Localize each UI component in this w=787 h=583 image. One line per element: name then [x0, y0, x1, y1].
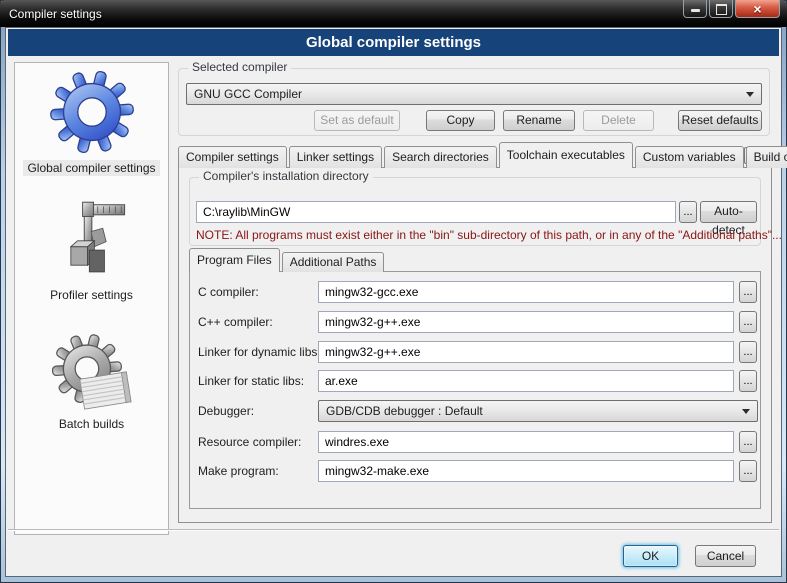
field-label: Linker for dynamic libs: — [198, 341, 321, 363]
browse-button[interactable]: ... — [739, 460, 757, 482]
browse-button[interactable]: ... — [739, 311, 757, 333]
field-label: C++ compiler: — [198, 311, 273, 333]
tab-compiler-settings[interactable]: Compiler settings — [178, 146, 287, 168]
gray-gear-stack-icon — [50, 333, 134, 411]
group-caption: Compiler's installation directory — [199, 169, 373, 183]
footer-divider — [8, 529, 779, 530]
compiler-settings-dialog: Compiler settings × Global compiler sett… — [0, 0, 787, 583]
tab-toolchain-executables[interactable]: Toolchain executables — [499, 142, 633, 168]
dialog-client-area: Global compiler settings — [5, 27, 782, 577]
delete-button: Delete — [583, 110, 654, 131]
subtab-program-files[interactable]: Program Files — [189, 248, 280, 272]
compiler-select-value: GNU GCC Compiler — [194, 87, 740, 101]
resource-compiler-input[interactable] — [318, 431, 734, 453]
form-row: Linker for static libs: ... — [190, 370, 760, 392]
program-files-panel: C compiler: ... C++ compiler: ... Linker… — [189, 271, 761, 509]
group-caption: Selected compiler — [188, 60, 291, 74]
settings-category-list: Global compiler settings — [14, 62, 169, 535]
maximize-icon — [716, 4, 727, 15]
close-icon: × — [753, 2, 761, 16]
chevron-down-icon — [746, 92, 754, 97]
debugger-select-value: GDB/CDB debugger : Default — [326, 404, 736, 418]
browse-button[interactable]: ... — [739, 281, 757, 303]
installation-directory-input[interactable] — [196, 201, 676, 223]
auto-detect-button[interactable]: Auto-detect — [700, 201, 757, 223]
subtab-additional-paths[interactable]: Additional Paths — [282, 252, 385, 272]
copy-button[interactable]: Copy — [426, 110, 495, 131]
close-button[interactable]: × — [735, 0, 780, 18]
form-row: Resource compiler: ... — [190, 431, 760, 453]
tab-search-directories[interactable]: Search directories — [384, 146, 497, 168]
field-label: Resource compiler: — [198, 431, 301, 453]
tab-build-options[interactable]: Build options — [746, 146, 787, 168]
set-as-default-button: Set as default — [314, 110, 400, 131]
browse-directory-button[interactable]: ... — [679, 201, 697, 223]
browse-button[interactable]: ... — [739, 341, 757, 363]
minimize-icon — [691, 9, 700, 12]
sidebar-item-label: Global compiler settings — [23, 160, 159, 176]
toolchain-executables-page: Compiler's installation directory ... Au… — [178, 167, 772, 523]
sidebar-item-batch-builds[interactable]: Batch builds — [50, 333, 134, 432]
tab-custom-variables[interactable]: Custom variables — [635, 146, 744, 168]
window-title: Compiler settings — [0, 7, 102, 21]
maximize-button[interactable] — [709, 0, 733, 18]
files-subtab-bar: Program Files Additional Paths — [189, 248, 386, 272]
form-row: Linker for dynamic libs: ... — [190, 341, 760, 363]
reset-defaults-button[interactable]: Reset defaults — [678, 110, 762, 131]
minimize-button[interactable] — [683, 0, 707, 18]
static-linker-input[interactable] — [318, 370, 734, 392]
caliper-icon — [49, 198, 133, 282]
form-row: C compiler: ... — [190, 281, 760, 303]
make-program-input[interactable] — [318, 460, 734, 482]
page-title: Global compiler settings — [8, 29, 779, 56]
rename-button[interactable]: Rename — [503, 110, 575, 131]
field-label: C compiler: — [198, 281, 259, 303]
field-label: Linker for static libs: — [198, 370, 304, 392]
sidebar-item-profiler-settings[interactable]: Profiler settings — [46, 198, 137, 303]
note-text: NOTE: All programs must exist either in … — [196, 228, 782, 242]
compiler-select[interactable]: GNU GCC Compiler — [186, 83, 762, 105]
c-compiler-input[interactable] — [318, 281, 734, 303]
cpp-compiler-input[interactable] — [318, 311, 734, 333]
installation-directory-group: Compiler's installation directory ... Au… — [189, 177, 761, 246]
field-label: Make program: — [198, 460, 279, 482]
sidebar-item-label: Profiler settings — [46, 287, 137, 303]
sidebar-item-label: Batch builds — [55, 416, 128, 432]
settings-tab-bar: Compiler settings Linker settings Search… — [178, 142, 787, 168]
ok-button[interactable]: OK — [623, 545, 678, 567]
dynamic-linker-input[interactable] — [318, 341, 734, 363]
cancel-button[interactable]: Cancel — [695, 545, 756, 567]
browse-button[interactable]: ... — [739, 370, 757, 392]
chevron-down-icon — [742, 409, 750, 414]
selected-compiler-group: Selected compiler GNU GCC Compiler Set a… — [178, 68, 770, 136]
debugger-select[interactable]: GDB/CDB debugger : Default — [318, 400, 758, 422]
browse-button[interactable]: ... — [739, 431, 757, 453]
titlebar[interactable]: Compiler settings × — [0, 0, 787, 27]
form-row: C++ compiler: ... — [190, 311, 760, 333]
field-label: Debugger: — [198, 400, 254, 422]
tab-linker-settings[interactable]: Linker settings — [289, 146, 382, 168]
blue-gear-icon — [49, 69, 135, 155]
form-row: Make program: ... — [190, 460, 760, 482]
sidebar-item-global-compiler-settings[interactable]: Global compiler settings — [23, 69, 159, 176]
form-row: Debugger: GDB/CDB debugger : Default — [190, 400, 760, 422]
